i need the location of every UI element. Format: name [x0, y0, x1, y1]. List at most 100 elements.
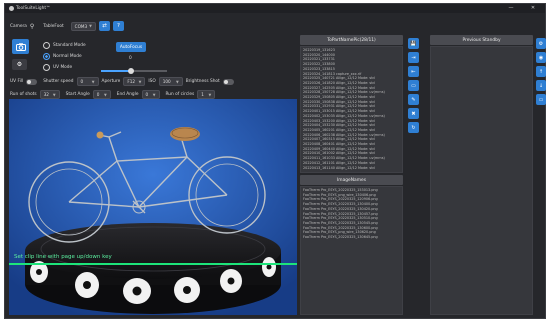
focus-slider[interactable]: [101, 67, 167, 74]
parts-list-header: ToPartNamePic(28/11): [300, 35, 403, 45]
uvfill-toggle[interactable]: [26, 78, 38, 85]
save-button[interactable]: 💾: [408, 38, 419, 49]
port-select-value: COM3: [74, 23, 88, 29]
circles-value: 1: [201, 92, 204, 97]
radio-standard-label: Standard Mode: [53, 43, 86, 48]
swap-icon: ⇄: [102, 23, 107, 29]
chevron-down-icon: ▼: [138, 79, 142, 84]
chevron-down-icon: ▼: [52, 92, 56, 97]
uvfill-label: UV Fill: [10, 79, 24, 84]
edit-button[interactable]: ✎: [408, 94, 419, 105]
focus-value: 0: [129, 56, 132, 61]
circles-select[interactable]: 1 ▼: [197, 90, 216, 99]
refresh-icon: ↻: [411, 124, 416, 131]
focus-slider-fill: [101, 70, 131, 72]
side-view-button[interactable]: ◉: [536, 52, 546, 63]
aperture-select[interactable]: F12 ▼: [123, 77, 146, 86]
side-folder-button[interactable]: ▭: [536, 94, 546, 105]
top-toolbar: Camera ⚲ TableFoot COM3 ▼ ⇄ ?: [10, 20, 124, 32]
export-icon: ⇤: [411, 68, 416, 75]
brightness-label: Brightness Shot: [185, 79, 220, 84]
import-button[interactable]: ⇥: [408, 52, 419, 63]
list-item[interactable]: FooTherm Pro_ESYS_20220325_130645.png: [301, 235, 402, 240]
capture-button[interactable]: [12, 39, 29, 54]
camera-connect-icon[interactable]: ⚲: [30, 23, 34, 30]
gear-icon: ⚙: [16, 61, 23, 68]
shutter-select[interactable]: 0 ▼: [76, 77, 99, 86]
title-bar: ToolSuiteLight™ — ✕: [5, 4, 545, 13]
previous-standby-header: Previous Standby: [430, 35, 533, 45]
image-names-list[interactable]: FooTherm Pro_ESYS_20220325_153013.png Foo…: [300, 186, 403, 315]
image-names-header: ImageNames: [300, 175, 403, 185]
start-angle-select[interactable]: 0 ▼: [92, 90, 111, 99]
chevron-down-icon: ▼: [152, 92, 156, 97]
brightness-toggle[interactable]: [222, 78, 234, 85]
autofocus-button[interactable]: AutoFocus: [116, 42, 146, 52]
port-select[interactable]: COM3 ▼: [70, 21, 96, 31]
gear-icon: ⚙: [538, 40, 544, 47]
eye-icon: ◉: [538, 54, 544, 61]
app-logo-icon: [9, 6, 14, 11]
preview-image: [9, 99, 297, 315]
start-angle-label: Start Angle: [65, 92, 90, 97]
minimize-button[interactable]: —: [506, 5, 516, 12]
save-icon: 💾: [410, 40, 417, 47]
radio-uv-label: UV Mode: [53, 65, 73, 70]
shutter-label: Shutter speed: [43, 79, 74, 84]
side-up-button[interactable]: ↑: [536, 66, 546, 77]
turntable-label: TableFoot: [43, 23, 64, 29]
arrow-up-icon: ↑: [538, 68, 544, 75]
start-angle-value: 0: [96, 92, 100, 97]
camera-preview[interactable]: Set clip line with page up/down key: [9, 99, 297, 315]
folder-icon: ▭: [538, 96, 544, 103]
focus-slider-knob[interactable]: [127, 67, 134, 74]
open-folder-button[interactable]: ▭: [408, 80, 419, 91]
runs-value: 32: [43, 92, 49, 97]
end-angle-label: End Angle: [116, 92, 139, 97]
shutter-value: 0: [80, 79, 84, 84]
edit-icon: ✎: [411, 96, 416, 103]
parts-list[interactable]: 20220319_131623 20220320_144000 20220321_1…: [300, 46, 403, 173]
iso-label: ISO: [148, 79, 156, 84]
list-item[interactable]: 20220413_161140 Allign_12/12 Mode: std: [301, 166, 402, 171]
end-angle-value: 0: [145, 92, 149, 97]
chevron-down-icon: ▼: [208, 92, 212, 97]
arrow-down-icon: ↓: [538, 82, 544, 89]
chevron-down-icon: ▼: [175, 79, 179, 84]
export-button[interactable]: ⇤: [408, 66, 419, 77]
radio-uv-mode[interactable]: UV Mode: [43, 64, 72, 71]
chevron-down-icon: ▼: [91, 79, 95, 84]
camera-label: Camera: [10, 23, 27, 29]
iso-select[interactable]: 100 ▼: [158, 77, 183, 86]
radio-normal-label: Normal Mode: [53, 54, 82, 59]
delete-button[interactable]: ✖: [408, 108, 419, 119]
radio-dot-selected: [43, 53, 50, 60]
shot-settings-row: Run of shots 32 ▼ Start Angle 0 ▼ End An…: [10, 90, 216, 99]
chevron-down-icon: ▼: [89, 24, 92, 28]
circles-label: Run of circles: [165, 92, 195, 97]
iso-value: 100: [162, 79, 171, 84]
runs-select[interactable]: 32 ▼: [39, 90, 60, 99]
clip-line-hint: Set clip line with page up/down key: [14, 254, 112, 260]
side-down-button[interactable]: ↓: [536, 80, 546, 91]
end-angle-select[interactable]: 0 ▼: [141, 90, 160, 99]
chevron-down-icon: ▼: [103, 92, 107, 97]
camera-icon: [15, 42, 26, 51]
radio-dot: [43, 42, 50, 49]
radio-dot: [43, 64, 50, 71]
runs-label: Run of shots: [10, 92, 37, 97]
previous-standby-panel: [430, 46, 533, 315]
swap-port-button[interactable]: ⇄: [98, 21, 110, 31]
import-icon: ⇥: [411, 54, 416, 61]
camera-settings-button[interactable]: ⚙: [12, 59, 27, 70]
side-settings-button[interactable]: ⚙: [536, 38, 546, 49]
refresh-button[interactable]: ↻: [408, 122, 419, 133]
window-title: ToolSuiteLight™: [16, 6, 51, 11]
aperture-label: Aperture: [101, 79, 121, 84]
clip-line[interactable]: [9, 263, 297, 265]
delete-icon: ✖: [411, 110, 416, 117]
help-button[interactable]: ?: [112, 21, 124, 31]
radio-normal-mode[interactable]: Normal Mode: [43, 53, 82, 60]
radio-standard-mode[interactable]: Standard Mode: [43, 42, 86, 49]
close-button[interactable]: ✕: [528, 5, 538, 12]
